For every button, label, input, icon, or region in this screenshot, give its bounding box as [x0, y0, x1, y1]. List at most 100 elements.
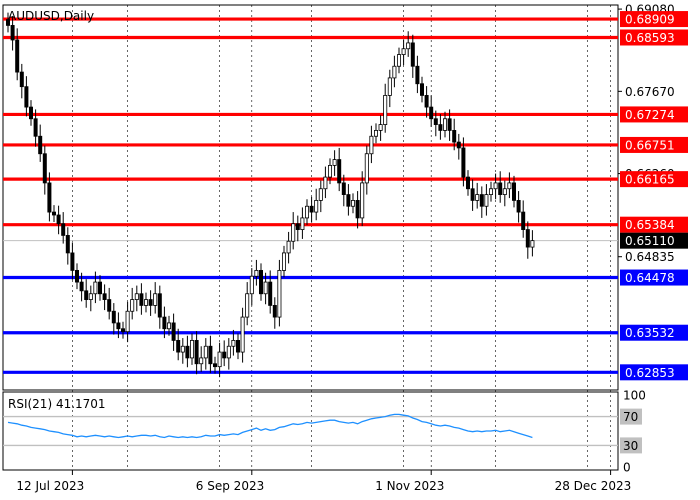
candle-body — [521, 211, 526, 230]
support-level-label: 0.63532 — [625, 326, 675, 340]
candle-body — [291, 223, 296, 242]
candle-body — [180, 345, 185, 353]
candle-body — [157, 293, 162, 318]
candle-body — [222, 351, 227, 359]
candle-body — [162, 316, 167, 330]
rsi-tick-label: 0 — [623, 461, 631, 475]
candle-body — [65, 235, 70, 254]
rsi-label: RSI(21) 41.1701 — [8, 397, 106, 411]
candle-body — [383, 95, 388, 125]
resistance-level-label: 0.66165 — [625, 173, 675, 187]
candle-body — [300, 217, 305, 230]
candle-body — [189, 340, 194, 359]
candle-body — [107, 299, 112, 312]
candle-body — [378, 124, 383, 131]
rsi-axis-ticks: 100 70 30 0 — [620, 389, 646, 475]
candle-body — [268, 281, 273, 306]
candle-body — [512, 182, 517, 201]
candle-body — [121, 328, 126, 333]
candle-body — [461, 147, 466, 178]
candle-body — [61, 223, 66, 236]
candle-body — [143, 299, 148, 306]
candle-body — [401, 48, 406, 55]
candle-body — [52, 211, 57, 216]
candle-body — [429, 106, 434, 120]
candle-body — [392, 65, 397, 79]
candle-body — [42, 153, 47, 184]
candle-body — [309, 205, 314, 213]
candle-body — [493, 182, 498, 190]
candle-body — [452, 130, 457, 143]
candle-body — [153, 293, 158, 306]
candle-body — [47, 182, 52, 213]
support-level-label: 0.62853 — [625, 366, 675, 380]
candle-body — [70, 252, 75, 271]
candle-body — [19, 71, 24, 88]
candle-body — [286, 240, 291, 254]
candle-body — [364, 153, 369, 184]
candle-body — [263, 281, 268, 295]
candle-body — [33, 118, 38, 137]
price-tick-label: 0.64835 — [625, 250, 675, 264]
candle-body — [295, 223, 300, 230]
rsi-tick-label: 70 — [623, 410, 638, 424]
candle-body — [56, 214, 61, 225]
rsi-level-lines — [3, 415, 618, 447]
candle-body — [507, 182, 512, 190]
candle-body — [465, 176, 470, 190]
candle-body — [277, 270, 282, 318]
candle-body — [102, 293, 107, 300]
candle-body — [442, 118, 447, 131]
candle-body — [194, 340, 199, 365]
resistance-level-label: 0.67274 — [625, 108, 675, 122]
candle-body — [424, 95, 429, 108]
candle-body — [318, 188, 323, 201]
candle-body — [346, 194, 351, 207]
candle-body — [525, 229, 530, 248]
date-label: 12 Jul 2023 — [16, 479, 84, 493]
date-label: 1 Nov 2023 — [375, 479, 444, 493]
candle-body — [516, 200, 521, 213]
candle-body — [360, 182, 365, 219]
candle-body — [281, 252, 286, 271]
candle-body — [75, 270, 80, 283]
support-level-label: 0.64478 — [625, 271, 675, 285]
candle-body — [488, 188, 493, 195]
candle-body — [171, 322, 176, 341]
candle-body — [130, 299, 135, 312]
candle-body — [212, 363, 217, 368]
resistance-level-label: 0.68909 — [625, 13, 675, 27]
candle-body — [350, 200, 355, 207]
candle-body — [38, 135, 43, 155]
candle-body — [88, 293, 93, 300]
candle-body — [406, 42, 411, 50]
candle-body — [475, 194, 480, 201]
candle-body — [502, 188, 507, 195]
candle-body — [530, 240, 535, 248]
candle-body — [327, 165, 332, 178]
date-label: 28 Dec 2023 — [555, 479, 632, 493]
candle-body — [125, 310, 130, 333]
candle-body — [332, 159, 337, 166]
date-gridlines — [72, 5, 611, 470]
candle-body — [447, 118, 452, 131]
candle-body — [148, 299, 153, 306]
audusd-chart: AUDUSD,Daily 0.690800.676700.662600.6483… — [2, 3, 688, 493]
candle-body — [355, 200, 360, 219]
candle-body — [203, 345, 208, 359]
candle-body — [456, 141, 461, 149]
candle-body — [240, 316, 245, 353]
candle-body — [176, 340, 181, 353]
candle-body — [337, 159, 342, 184]
candle-body — [369, 135, 374, 155]
candle-body — [258, 270, 263, 295]
candle-body — [166, 322, 171, 330]
candlesticks — [6, 12, 535, 378]
candle-body — [134, 293, 139, 300]
candle-body — [498, 182, 503, 195]
candle-body — [438, 124, 443, 131]
candle-body — [419, 83, 424, 96]
resistance-level-label: 0.66751 — [625, 138, 675, 152]
candle-body — [254, 270, 259, 277]
candle-body — [24, 86, 29, 108]
